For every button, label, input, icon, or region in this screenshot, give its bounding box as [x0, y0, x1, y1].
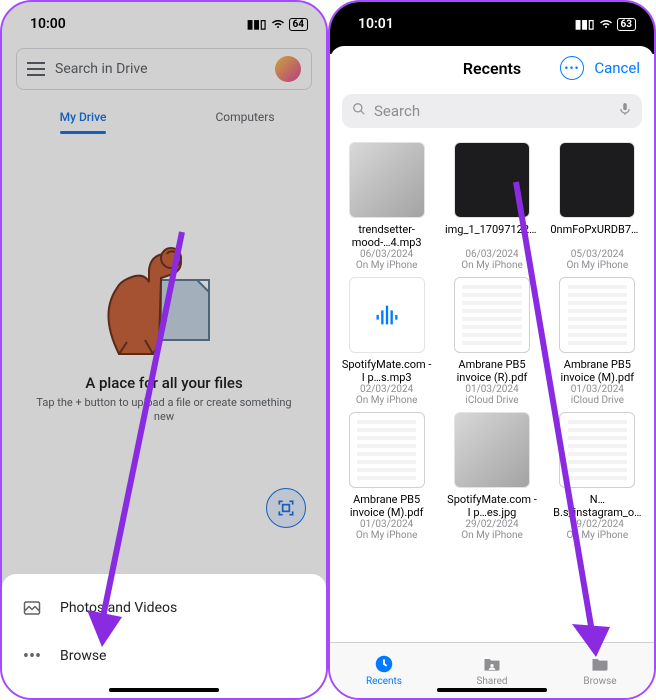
- status-icons: ▮▮▯ 63: [575, 17, 636, 32]
- account-avatar[interactable]: [275, 56, 301, 82]
- battery-indicator: 64: [289, 18, 308, 31]
- file-location: On My iPhone: [356, 260, 418, 271]
- file-date: 29/02/2024: [571, 519, 624, 530]
- file-thumbnail: [454, 412, 530, 488]
- file-location: On My iPhone: [567, 260, 629, 271]
- tab-browse[interactable]: Browse: [546, 643, 654, 698]
- tab-computers[interactable]: Computers: [164, 100, 326, 134]
- sheet-item-browse[interactable]: ••• Browse: [2, 632, 326, 680]
- empty-subtitle: Tap the + button to upload a file or cre…: [32, 396, 296, 425]
- file-item[interactable]: SpotifyMate.com - I p…es.jpg29/02/2024On…: [441, 412, 542, 541]
- file-name: Ambrane PB5 invoice (R).pdf: [445, 359, 539, 384]
- file-item[interactable]: 0nmFoPxURDB7a_ra.mp405/03/2024On My iPho…: [547, 142, 648, 271]
- file-grid: trendsetter-mood-…4.mp306/03/2024On My i…: [330, 132, 654, 642]
- search-icon: [352, 102, 366, 120]
- file-date: 06/03/2024: [465, 249, 518, 260]
- wifi-icon: [271, 17, 285, 32]
- picker-title: Recents: [463, 59, 521, 78]
- upload-picker-sheet: Photos and Videos ••• Browse: [2, 574, 326, 698]
- file-item[interactable]: Ambrane PB5 invoice (R).pdf01/03/2024iCl…: [441, 277, 542, 406]
- signal-icon: ▮▮▯: [575, 17, 595, 31]
- file-item[interactable]: SpotifyMate.com - I p…s.mp302/03/2024On …: [336, 277, 437, 406]
- picker-search[interactable]: Search: [342, 94, 642, 128]
- left-screenshot: 10:00 ▮▮▯ 64 Search in Drive My Drive Co…: [0, 0, 328, 700]
- file-name: SpotifyMate.com - I p…s.mp3: [340, 359, 434, 384]
- file-picker-sheet: Recents ••• Cancel Search trendsetter-mo…: [330, 46, 654, 698]
- tab-my-drive[interactable]: My Drive: [2, 100, 164, 134]
- file-thumbnail: [559, 142, 635, 218]
- file-location: On My iPhone: [356, 530, 418, 541]
- sheet-item-photos-videos[interactable]: Photos and Videos: [2, 584, 326, 632]
- file-name: Ambrane PB5 invoice (M).pdf: [550, 359, 644, 384]
- battery-indicator: 63: [617, 18, 636, 31]
- file-name: Ambrane PB5 invoice (M).pdf: [340, 494, 434, 519]
- scan-fab[interactable]: [266, 488, 306, 528]
- shared-folder-icon: [480, 654, 504, 674]
- file-thumbnail: [559, 277, 635, 353]
- tab-label: Shared: [476, 676, 507, 687]
- file-location: On My iPhone: [356, 395, 418, 406]
- home-indicator: [437, 688, 547, 692]
- file-name: img_1_1709712288877.jpg: [445, 224, 539, 249]
- file-date: 02/03/2024: [360, 384, 413, 395]
- file-item[interactable]: trendsetter-mood-…4.mp306/03/2024On My i…: [336, 142, 437, 271]
- file-date: 01/03/2024: [571, 384, 624, 395]
- status-bar: 10:01 ▮▮▯ 63: [330, 2, 654, 38]
- file-thumbnail: [349, 412, 425, 488]
- file-item[interactable]: N…B.s_instagram_o…e_.pdf29/02/2024On My …: [547, 412, 648, 541]
- mic-icon[interactable]: [618, 101, 632, 121]
- signal-icon: ▮▮▯: [247, 17, 267, 31]
- cancel-button[interactable]: Cancel: [594, 59, 640, 77]
- more-options-button[interactable]: •••: [560, 56, 584, 80]
- file-name: 0nmFoPxURDB7a_ra.mp4: [550, 224, 644, 249]
- wifi-icon: [599, 17, 613, 32]
- clock-icon: [372, 654, 396, 674]
- status-time: 10:00: [30, 16, 66, 32]
- more-icon: •••: [22, 646, 42, 666]
- file-date: 05/03/2024: [571, 249, 624, 260]
- search-placeholder: Search: [374, 102, 420, 120]
- drive-tabs: My Drive Computers: [2, 100, 326, 134]
- file-location: iCloud Drive: [465, 395, 518, 406]
- file-name: trendsetter-mood-…4.mp3: [340, 224, 434, 249]
- search-placeholder: Search in Drive: [55, 61, 265, 77]
- file-location: On My iPhone: [461, 260, 523, 271]
- tab-recents[interactable]: Recents: [330, 643, 438, 698]
- empty-illustration: [89, 224, 239, 364]
- photos-icon: [22, 598, 42, 618]
- file-location: iCloud Drive: [571, 395, 624, 406]
- folder-icon: [588, 654, 612, 674]
- file-thumbnail: [454, 142, 530, 218]
- file-thumbnail: [454, 277, 530, 353]
- right-screenshot: 10:01 ▮▮▯ 63 Recents ••• Cancel Search: [328, 0, 656, 700]
- file-date: 01/03/2024: [360, 519, 413, 530]
- file-item[interactable]: Ambrane PB5 invoice (M).pdf01/03/2024iCl…: [547, 277, 648, 406]
- empty-title: A place for all your files: [85, 374, 242, 392]
- drive-search-bar[interactable]: Search in Drive: [16, 48, 312, 90]
- file-name: N…B.s_instagram_o…e_.pdf: [550, 494, 644, 519]
- file-item[interactable]: img_1_1709712288877.jpg06/03/2024On My i…: [441, 142, 542, 271]
- empty-state: A place for all your files Tap the + but…: [2, 224, 326, 425]
- file-location: On My iPhone: [461, 530, 523, 541]
- status-time: 10:01: [358, 16, 394, 32]
- sheet-item-label: Photos and Videos: [60, 600, 177, 616]
- file-location: On My iPhone: [567, 530, 629, 541]
- file-name: SpotifyMate.com - I p…es.jpg: [445, 494, 539, 519]
- status-bar: 10:00 ▮▮▯ 64: [2, 2, 326, 38]
- file-date: 06/03/2024: [360, 249, 413, 260]
- tab-label: Browse: [583, 676, 616, 687]
- file-date: 01/03/2024: [465, 384, 518, 395]
- status-icons: ▮▮▯ 64: [247, 17, 308, 32]
- sheet-item-label: Browse: [60, 648, 106, 664]
- file-thumbnail: [559, 412, 635, 488]
- file-thumbnail: [349, 142, 425, 218]
- home-indicator: [109, 688, 219, 692]
- file-thumbnail: [349, 277, 425, 353]
- file-date: 29/02/2024: [465, 519, 518, 530]
- file-item[interactable]: Ambrane PB5 invoice (M).pdf01/03/2024On …: [336, 412, 437, 541]
- tab-label: Recents: [366, 676, 402, 687]
- hamburger-icon[interactable]: [27, 62, 45, 76]
- picker-header: Recents ••• Cancel: [330, 46, 654, 90]
